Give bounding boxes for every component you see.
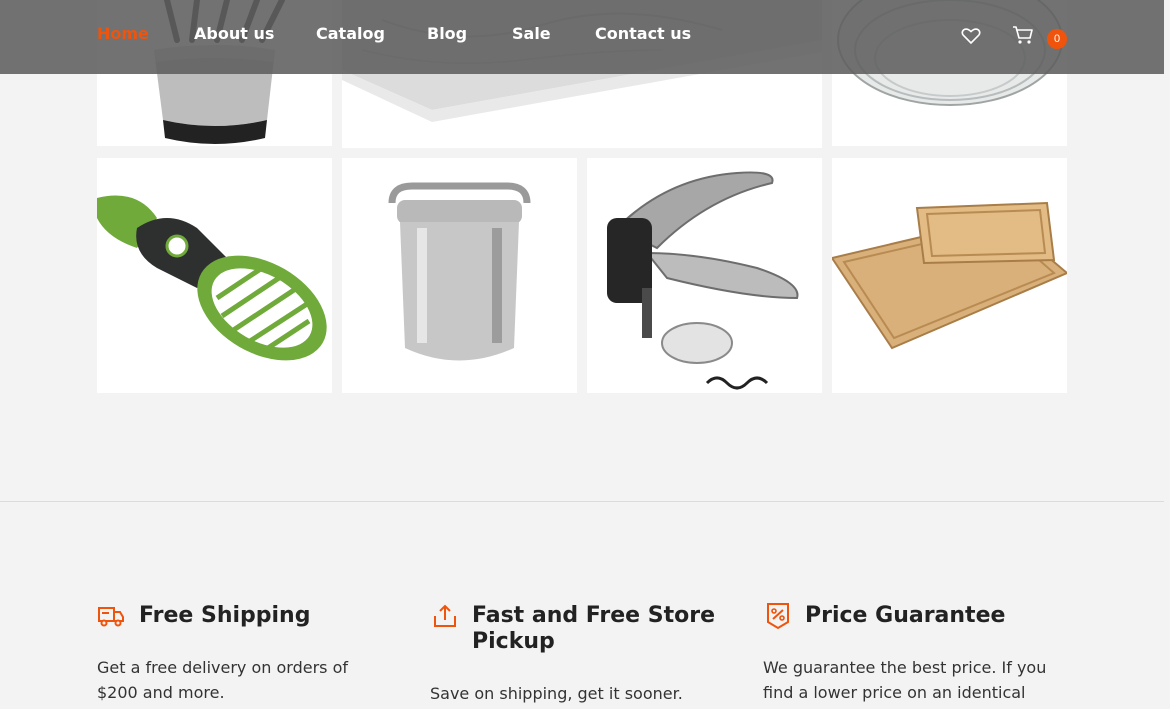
feature-title: Fast and Free Store Pickup	[472, 603, 715, 654]
avocado-slicer-image	[97, 195, 327, 361]
upload-icon	[432, 603, 458, 633]
product-tile-avocado-slicer[interactable]	[97, 158, 332, 393]
nav-sale[interactable]: Sale	[512, 24, 551, 43]
truck-icon	[97, 604, 125, 632]
product-tile-corkscrew[interactable]	[587, 158, 822, 393]
nav-home[interactable]: Home	[97, 24, 149, 43]
ice-bucket-image	[388, 182, 531, 361]
feature-text: Get a free delivery on orders of $200 an…	[97, 658, 348, 702]
nav-about-us[interactable]: About us	[194, 24, 274, 43]
top-navbar: Home About us Catalog Blog Sale Contact …	[0, 0, 1164, 74]
product-tile-ice-bucket[interactable]	[342, 158, 577, 393]
heart-icon[interactable]	[961, 27, 981, 49]
feature-title: Price Guarantee	[805, 603, 1006, 628]
price-tag-icon	[766, 602, 790, 634]
nav-blog[interactable]: Blog	[427, 24, 467, 43]
feature-text: Save on shipping, get it sooner. Choose	[430, 684, 683, 703]
nav-catalog[interactable]: Catalog	[316, 24, 385, 43]
section-divider	[0, 501, 1164, 502]
feature-text: We guarantee the best price. If you find…	[763, 658, 1047, 709]
cart-count-badge: 0	[1047, 29, 1067, 49]
wooden-boards-image	[832, 201, 1067, 350]
product-tile-wooden-boards[interactable]	[832, 158, 1067, 393]
corkscrew-image	[607, 171, 799, 390]
cart-icon[interactable]	[1012, 25, 1034, 49]
feature-title: Free Shipping	[139, 603, 311, 628]
nav-contact-us[interactable]: Contact us	[595, 24, 691, 43]
